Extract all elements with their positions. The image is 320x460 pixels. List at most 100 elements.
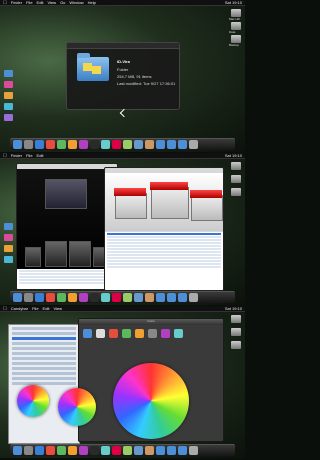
firefox-icon[interactable] — [68, 446, 77, 455]
menu-item-window[interactable]: Window — [69, 0, 83, 5]
hard-drive-icon[interactable] — [231, 315, 241, 323]
album-cover[interactable] — [45, 241, 67, 267]
finder-icon[interactable] — [13, 293, 22, 302]
trash-icon[interactable] — [189, 446, 198, 455]
app-icon[interactable] — [134, 140, 143, 149]
app-sidebar-window[interactable] — [8, 324, 80, 444]
hard-drive-icon[interactable] — [231, 328, 241, 336]
app-icon[interactable] — [145, 140, 154, 149]
folder-icon[interactable] — [4, 114, 13, 121]
terminal-icon[interactable] — [90, 293, 99, 302]
folder-icon[interactable] — [178, 446, 187, 455]
finder-window-coverflow[interactable] — [16, 163, 118, 290]
folder-icon[interactable] — [167, 140, 176, 149]
menu-item-edit[interactable]: Edit — [37, 0, 44, 5]
folder-icon[interactable] — [156, 446, 165, 455]
folder-icon[interactable] — [4, 245, 13, 252]
grid-icon[interactable] — [135, 329, 144, 338]
apple-menu-icon[interactable]:  — [3, 153, 7, 159]
apple-menu-icon[interactable]:  — [3, 306, 7, 312]
apple-menu-icon[interactable]:  — [3, 0, 7, 6]
safari-icon[interactable] — [35, 446, 44, 455]
folder-icon[interactable] — [4, 81, 13, 88]
folder-icon[interactable] — [4, 103, 13, 110]
folder-icon[interactable] — [4, 256, 13, 263]
menu-item-finder[interactable]: Finder — [11, 0, 22, 5]
grid-icon[interactable] — [161, 329, 170, 338]
hard-drive-icon[interactable]: Data — [229, 22, 241, 34]
grid-icon[interactable] — [83, 329, 92, 338]
folder-icon[interactable] — [156, 293, 165, 302]
folder-icon[interactable] — [4, 223, 13, 230]
menu-item-edit[interactable]: Edit — [43, 306, 50, 311]
itunes-icon[interactable] — [79, 446, 88, 455]
mail-icon[interactable] — [101, 446, 110, 455]
hard-drive-icon[interactable] — [231, 341, 241, 349]
grid-icon[interactable] — [109, 329, 118, 338]
app-icon[interactable] — [134, 293, 143, 302]
app-icon[interactable] — [134, 446, 143, 455]
album-cover[interactable] — [45, 179, 87, 209]
hard-drive-icon[interactable] — [231, 188, 241, 196]
terminal-icon[interactable] — [90, 140, 99, 149]
app-icon[interactable] — [145, 446, 154, 455]
photo-booth-icon[interactable] — [112, 446, 121, 455]
album-cover[interactable] — [69, 241, 91, 267]
folder-icon[interactable] — [178, 140, 187, 149]
finder-window-list[interactable] — [104, 167, 224, 291]
firefox-icon[interactable] — [68, 140, 77, 149]
safari-icon[interactable] — [35, 140, 44, 149]
facetime-icon[interactable] — [57, 446, 66, 455]
menu-item-go[interactable]: Go — [60, 0, 65, 5]
app-icon[interactable] — [123, 446, 132, 455]
menubar-clock[interactable]: Sat 19:10 — [225, 306, 242, 311]
hard-drive-icon[interactable]: Backup — [229, 35, 241, 47]
get-info-window[interactable]: iD-Vira Folder 254.7 MB, 91 items Last m… — [66, 42, 180, 110]
hard-drive-icon[interactable] — [231, 162, 241, 170]
album-cover[interactable] — [25, 247, 41, 267]
folder-icon[interactable] — [167, 446, 176, 455]
hard-drive-icon[interactable] — [231, 175, 241, 183]
grid-icon[interactable] — [96, 329, 105, 338]
menu-item-file[interactable]: File — [26, 0, 32, 5]
facetime-icon[interactable] — [57, 293, 66, 302]
menubar-clock[interactable]: Sat 19:10 — [225, 153, 242, 158]
system-preferences-icon[interactable] — [24, 446, 33, 455]
menu-item-finder[interactable]: Finder — [11, 153, 22, 158]
calendar-icon[interactable] — [46, 140, 55, 149]
itunes-icon[interactable] — [79, 140, 88, 149]
photo-booth-icon[interactable] — [112, 293, 121, 302]
grid-icon[interactable] — [174, 329, 183, 338]
window-titlebar[interactable] — [67, 43, 179, 49]
file-list[interactable] — [17, 269, 117, 289]
menu-item-app[interactable]: Candybar — [11, 306, 28, 311]
itunes-icon[interactable] — [79, 293, 88, 302]
menubar-clock[interactable]: Sat 19:10 — [225, 0, 242, 5]
menu-item-view[interactable]: View — [47, 0, 56, 5]
calendar-icon[interactable] — [46, 446, 55, 455]
system-preferences-icon[interactable] — [24, 293, 33, 302]
photo-booth-icon[interactable] — [112, 140, 121, 149]
menu-item-edit[interactable]: Edit — [37, 153, 44, 158]
trash-icon[interactable] — [189, 140, 198, 149]
mail-icon[interactable] — [101, 293, 110, 302]
safari-icon[interactable] — [35, 293, 44, 302]
finder-icon[interactable] — [13, 140, 22, 149]
menu-item-help[interactable]: Help — [88, 0, 96, 5]
app-icon[interactable] — [123, 293, 132, 302]
terminal-icon[interactable] — [90, 446, 99, 455]
folder-icon[interactable] — [167, 293, 176, 302]
facetime-icon[interactable] — [57, 140, 66, 149]
folder-icon[interactable] — [178, 293, 187, 302]
app-icon[interactable] — [123, 140, 132, 149]
finder-icon[interactable] — [13, 446, 22, 455]
trash-icon[interactable] — [189, 293, 198, 302]
hard-drive-icon[interactable]: Mac HD — [229, 9, 241, 21]
icon-browser-window[interactable]: Icons — [78, 318, 224, 442]
folder-icon[interactable] — [156, 140, 165, 149]
menu-item-view[interactable]: View — [53, 306, 62, 311]
menu-item-file[interactable]: File — [32, 306, 38, 311]
grid-icon[interactable] — [122, 329, 131, 338]
folder-icon[interactable] — [4, 70, 13, 77]
menu-item-file[interactable]: File — [26, 153, 32, 158]
